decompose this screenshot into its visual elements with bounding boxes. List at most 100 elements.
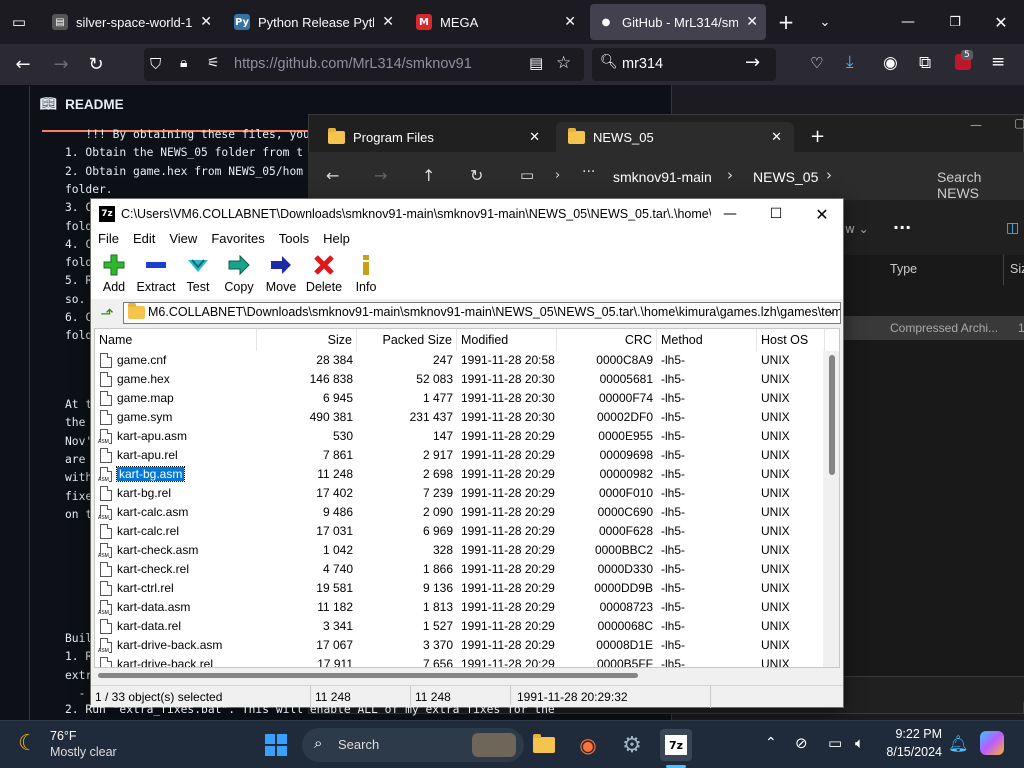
downloads-icon[interactable]: ⤓ — [846, 52, 854, 72]
test-button[interactable]: Test — [176, 253, 220, 294]
tab-list-icon[interactable]: ▭ — [4, 8, 34, 36]
column-header-os[interactable]: Host OS — [757, 329, 825, 351]
column-size[interactable]: Siz — [1010, 262, 1024, 276]
show-hidden-icons[interactable]: ⌃ — [765, 735, 777, 751]
display-icon[interactable]: ▭ — [828, 734, 842, 752]
settings-gear-icon[interactable]: ⚙ — [616, 729, 648, 761]
more-options-icon[interactable]: ··· — [893, 218, 911, 237]
menu-tools[interactable]: Tools — [272, 229, 316, 249]
copilot-icon[interactable] — [980, 731, 1004, 755]
menu-hamburger-icon[interactable]: ≡ — [991, 52, 1005, 72]
details-pane-icon[interactable]: ◫ — [1006, 220, 1019, 236]
sevenzip-titlebar[interactable]: 7z C:\Users\VM6.COLLABNET\Downloads\smkn… — [91, 199, 843, 229]
bookmark-star-icon[interactable]: ☆ — [556, 53, 571, 73]
address-dropdown-icon[interactable]: ⌄ — [827, 304, 836, 317]
extract-button[interactable]: Extract — [134, 253, 178, 294]
reader-view-icon[interactable]: ▤ — [529, 54, 543, 72]
new-explorer-tab-button[interactable]: + — [810, 126, 825, 147]
breadcrumb-item[interactable]: smknov91-main — [613, 169, 712, 185]
close-tab-icon[interactable]: ✕ — [200, 14, 212, 30]
explorer-up-button[interactable]: ↑ — [422, 166, 435, 185]
explorer-tab-news05[interactable]: NEWS_05 ✕ — [556, 122, 794, 152]
file-row[interactable]: kart-check.rel 4 740 1 866 1991-11-28 20:29… — [95, 560, 825, 579]
menu-favorites[interactable]: Favorites — [204, 229, 271, 249]
extensions-icon[interactable]: ⧉ — [919, 53, 931, 73]
network-icon[interactable]: ⊘ — [795, 734, 808, 752]
scroll-thumb[interactable] — [98, 673, 638, 678]
column-header-crc[interactable]: CRC — [557, 329, 657, 351]
account-icon[interactable]: ◉ — [883, 53, 898, 73]
more-breadcrumb-icon[interactable]: ··· — [582, 164, 595, 180]
menu-edit[interactable]: Edit — [126, 229, 162, 249]
explorer-forward-button[interactable]: → — [374, 166, 387, 185]
browser-tab[interactable]: M MEGA ✕ — [408, 4, 584, 40]
start-button[interactable] — [260, 729, 292, 761]
explorer-maximize-button[interactable]: ▢ — [1014, 116, 1024, 130]
vertical-scrollbar[interactable] — [823, 351, 839, 667]
close-tab-icon[interactable]: ✕ — [382, 14, 394, 30]
explorer-tab-program-files[interactable]: Program Files ✕ — [316, 122, 552, 152]
file-row[interactable]: kart-drive-back.rel 17 911 7 656 1991-11-28… — [95, 655, 825, 667]
address-input[interactable]: M6.COLLABNET\Downloads\smknov91-main\smk… — [123, 302, 841, 324]
minimize-button[interactable]: — — [893, 8, 923, 36]
file-row[interactable]: kart-check.asm 1 042 328 1991-11-28 20:29 00… — [95, 541, 825, 560]
column-header-modified[interactable]: Modified — [457, 329, 557, 351]
url-text[interactable]: https://github.com/MrL314/smknov91 — [234, 56, 472, 72]
temperature[interactable]: 76°F — [50, 729, 77, 743]
clock-time[interactable]: 9:22 PM — [884, 727, 942, 741]
pocket-icon[interactable]: ♡ — [810, 54, 823, 72]
menu-view[interactable]: View — [162, 229, 204, 249]
file-row[interactable]: kart-calc.rel 17 031 6 969 1991-11-28 20:29… — [95, 522, 825, 541]
sz-minimize-button[interactable]: — — [707, 199, 753, 229]
close-tab-icon[interactable]: ✕ — [564, 14, 576, 30]
file-row[interactable]: kart-data.rel 3 341 1 527 1991-11-28 20:29 0… — [95, 617, 825, 636]
explorer-refresh-button[interactable]: ↻ — [470, 166, 483, 185]
file-row[interactable]: kart-bg.rel 17 402 7 239 1991-11-28 20:29 00… — [95, 484, 825, 503]
close-tab-icon[interactable]: ✕ — [771, 129, 782, 145]
up-folder-icon[interactable]: ⬏ — [97, 303, 117, 323]
volume-icon[interactable]: 🔈︎ — [855, 734, 864, 752]
close-tab-icon[interactable]: ✕ — [746, 14, 758, 30]
file-explorer-taskbar-icon[interactable] — [528, 729, 560, 761]
list-all-tabs-icon[interactable]: ⌄ — [810, 8, 840, 36]
add-button[interactable]: Add — [92, 253, 136, 294]
column-header-packed[interactable]: Packed Size — [357, 329, 457, 351]
firefox-taskbar-icon[interactable]: ◉ — [572, 729, 604, 761]
file-row[interactable]: game.cnf 28 384 247 1991-11-28 20:58 0000C8A… — [95, 351, 825, 370]
sz-close-button[interactable]: ✕ — [799, 199, 845, 229]
file-row[interactable]: kart-drive-back.asm 17 067 3 370 1991-11-28… — [95, 636, 825, 655]
reload-button[interactable]: ↻ — [81, 50, 111, 78]
file-row[interactable]: kart-calc.asm 9 486 2 090 1991-11-28 20:29 0… — [95, 503, 825, 522]
forward-button[interactable]: → — [46, 50, 76, 78]
clock-date[interactable]: 8/15/2024 — [876, 745, 942, 759]
column-header-size[interactable]: Size — [257, 329, 357, 351]
back-button[interactable]: ← — [8, 50, 38, 78]
notification-bell-icon[interactable]: 🔔︎ — [948, 734, 968, 753]
file-row[interactable]: game.hex 146 838 52 083 1991-11-28 20:30 000… — [95, 370, 825, 389]
browser-tab[interactable]: Py Python Release Python ✕ — [226, 4, 402, 40]
file-row[interactable]: kart-data.asm 11 182 1 813 1991-11-28 20:29… — [95, 598, 825, 617]
browser-tab[interactable]: ▤ silver-space-world-199 ✕ — [44, 4, 220, 40]
weather-icon[interactable]: ☾ — [18, 731, 38, 756]
maximize-button[interactable]: ❐ — [940, 8, 970, 36]
move-button[interactable]: Move — [259, 253, 303, 294]
info-button[interactable]: Info — [344, 253, 388, 294]
computer-icon[interactable]: ▭ — [520, 166, 534, 184]
search-text[interactable]: mr314 — [622, 56, 663, 72]
lock-icon[interactable]: 🔒︎ — [180, 55, 187, 71]
copy-button[interactable]: Copy — [217, 253, 261, 294]
view-dropdown[interactable]: w ⌄ — [845, 222, 869, 236]
explorer-minimize-button[interactable]: — — [970, 118, 982, 132]
breadcrumb-item[interactable]: NEWS_05 — [753, 169, 818, 185]
scroll-thumb[interactable] — [829, 355, 835, 475]
weather-text[interactable]: Mostly clear — [50, 745, 117, 759]
7zip-taskbar-icon[interactable]: 7z — [660, 729, 692, 761]
sz-maximize-button[interactable]: ☐ — [753, 199, 799, 229]
horizontal-scrollbar[interactable] — [94, 668, 840, 682]
file-row[interactable]: kart-bg.asm 11 248 2 698 1991-11-28 20:29 00… — [95, 465, 825, 484]
close-tab-icon[interactable]: ✕ — [529, 129, 540, 145]
menu-help[interactable]: Help — [316, 229, 357, 249]
shield-icon[interactable]: ⛉ — [150, 55, 161, 73]
go-arrow-icon[interactable]: → — [745, 52, 760, 73]
file-row[interactable]: game.sym 490 381 231 437 1991-11-28 20:30 00… — [95, 408, 825, 427]
